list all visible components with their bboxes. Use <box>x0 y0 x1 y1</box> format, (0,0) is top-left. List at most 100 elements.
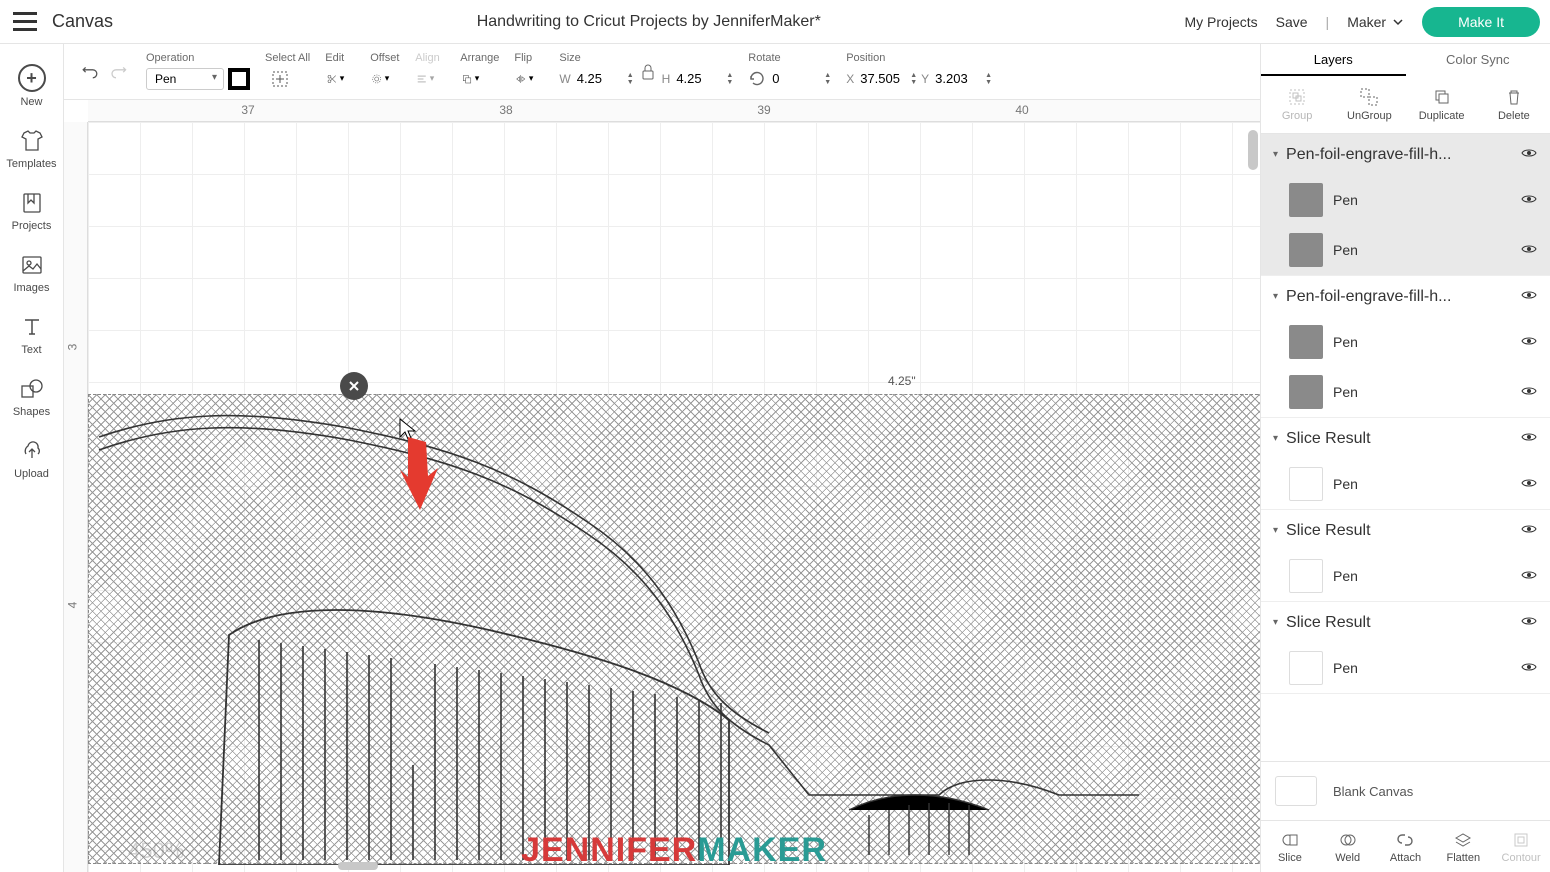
blank-canvas-row[interactable]: Blank Canvas <box>1261 761 1550 820</box>
select-all-button[interactable] <box>265 64 295 94</box>
visibility-toggle[interactable] <box>1520 428 1538 449</box>
h-scrollbar-thumb[interactable] <box>338 862 378 870</box>
selected-object[interactable] <box>88 394 1260 864</box>
plus-icon: + <box>18 64 46 92</box>
visibility-toggle[interactable] <box>1520 286 1538 307</box>
layer-child[interactable]: Pen <box>1261 175 1550 225</box>
contour-icon <box>1511 830 1531 850</box>
height-stepper[interactable]: ▲▼ <box>726 72 733 86</box>
visibility-toggle[interactable] <box>1520 240 1538 261</box>
duplicate-button[interactable]: Duplicate <box>1406 76 1478 133</box>
layer-group-header[interactable]: ▾Pen-foil-engrave-fill-h... <box>1261 276 1550 317</box>
pos-x-control: X ▲▼ <box>846 71 917 86</box>
visibility-toggle[interactable] <box>1520 566 1538 587</box>
rotate-stepper[interactable]: ▲▼ <box>824 72 831 86</box>
align-button: ▾ <box>415 64 445 94</box>
pos-y-stepper[interactable]: ▲▼ <box>985 72 992 86</box>
layer-group: ▾Pen-foil-engrave-fill-h...PenPen <box>1261 134 1550 276</box>
machine-label: Maker <box>1347 14 1386 30</box>
width-stepper[interactable]: ▲▼ <box>627 72 634 86</box>
layer-child[interactable]: Pen <box>1261 551 1550 601</box>
layer-group-header[interactable]: ▾Slice Result <box>1261 510 1550 551</box>
rotate-input[interactable] <box>770 71 820 86</box>
project-title[interactable]: Handwriting to Cricut Projects by Jennif… <box>113 13 1184 31</box>
color-swatch[interactable] <box>228 68 250 90</box>
slice-button[interactable]: Slice <box>1261 821 1319 872</box>
align-group: Align ▾ <box>415 52 445 92</box>
app-name: Canvas <box>52 11 113 32</box>
edit-button[interactable]: ▾ <box>325 64 355 94</box>
size-lock-button[interactable] <box>638 63 658 95</box>
visibility-toggle[interactable] <box>1520 144 1538 165</box>
select-all-icon <box>270 69 290 89</box>
visibility-toggle[interactable] <box>1520 190 1538 211</box>
layer-group-header[interactable]: ▾Slice Result <box>1261 602 1550 643</box>
weld-button[interactable]: Weld <box>1319 821 1377 872</box>
layer-type-label: Pen <box>1333 660 1510 676</box>
projects-button[interactable]: Projects <box>0 180 63 242</box>
flatten-button[interactable]: Flatten <box>1434 821 1492 872</box>
shapes-button[interactable]: Shapes <box>0 366 63 428</box>
layer-child[interactable]: Pen <box>1261 225 1550 275</box>
caret-down-icon: ▾ <box>1273 433 1278 444</box>
visibility-toggle[interactable] <box>1520 332 1538 353</box>
visibility-toggle[interactable] <box>1520 520 1538 541</box>
images-button[interactable]: Images <box>0 242 63 304</box>
pos-y-input[interactable] <box>933 71 983 86</box>
visibility-toggle[interactable] <box>1520 658 1538 679</box>
deselect-button[interactable] <box>340 372 368 400</box>
layer-type-label: Pen <box>1333 334 1510 350</box>
ungroup-button[interactable]: UnGroup <box>1333 76 1405 133</box>
slice-icon <box>1280 830 1300 850</box>
tab-layers[interactable]: Layers <box>1261 44 1406 76</box>
my-projects-link[interactable]: My Projects <box>1185 14 1258 30</box>
offset-group: Offset ▾ <box>370 52 400 92</box>
machine-selector[interactable]: Maker <box>1347 14 1404 30</box>
align-label: Align <box>415 52 445 64</box>
width-input[interactable] <box>575 71 625 86</box>
pos-x-input[interactable] <box>858 71 908 86</box>
layer-child[interactable]: Pen <box>1261 643 1550 693</box>
layer-child[interactable]: Pen <box>1261 459 1550 509</box>
canvas-inner[interactable]: 4.25" 450% JENNIFERMAKER <box>88 122 1260 872</box>
operation-select[interactable]: Pen <box>146 68 224 90</box>
ruler-vertical: 3 4 <box>64 122 88 872</box>
undo-button[interactable] <box>79 60 103 84</box>
visibility-toggle[interactable] <box>1520 474 1538 495</box>
layer-title: Slice Result <box>1286 522 1512 540</box>
annotation-arrow-icon <box>398 432 448 512</box>
offset-button[interactable]: ▾ <box>370 64 400 94</box>
upload-button[interactable]: Upload <box>0 428 63 490</box>
layer-group-header[interactable]: ▾Pen-foil-engrave-fill-h... <box>1261 134 1550 175</box>
pos-x-stepper[interactable]: ▲▼ <box>910 72 917 86</box>
visibility-toggle[interactable] <box>1520 612 1538 633</box>
ungroup-label: UnGroup <box>1347 110 1392 122</box>
layer-child[interactable]: Pen <box>1261 317 1550 367</box>
visibility-toggle[interactable] <box>1520 382 1538 403</box>
new-label: New <box>20 96 42 108</box>
new-button[interactable]: + New <box>0 54 63 118</box>
layers-list[interactable]: ▾Pen-foil-engrave-fill-h...PenPen▾Pen-fo… <box>1261 134 1550 761</box>
text-button[interactable]: Text <box>0 304 63 366</box>
arrange-button[interactable]: ▾ <box>460 64 490 94</box>
save-link[interactable]: Save <box>1276 14 1308 30</box>
templates-button[interactable]: Templates <box>0 118 63 180</box>
attach-button[interactable]: Attach <box>1377 821 1435 872</box>
make-it-button[interactable]: Make It <box>1422 7 1540 37</box>
ruler-tick: 39 <box>757 103 770 117</box>
height-input[interactable] <box>674 71 724 86</box>
v-scrollbar-thumb[interactable] <box>1248 130 1258 170</box>
menu-icon[interactable] <box>10 7 40 37</box>
delete-button[interactable]: Delete <box>1478 76 1550 133</box>
layer-group: ▾Pen-foil-engrave-fill-h... Pen Pen <box>1261 276 1550 418</box>
tab-colorsync[interactable]: Color Sync <box>1406 44 1550 76</box>
flip-button[interactable]: ▾ <box>514 64 544 94</box>
duplicate-icon <box>1432 87 1452 107</box>
attach-icon <box>1395 830 1415 850</box>
layer-group-header[interactable]: ▾Slice Result <box>1261 418 1550 459</box>
redo-button[interactable] <box>107 60 131 84</box>
layer-title: Slice Result <box>1286 614 1512 632</box>
layer-child[interactable]: Pen <box>1261 367 1550 417</box>
layer-ops: Slice Weld Attach Flatten Contour <box>1261 820 1550 872</box>
position-label: Position <box>846 52 992 64</box>
